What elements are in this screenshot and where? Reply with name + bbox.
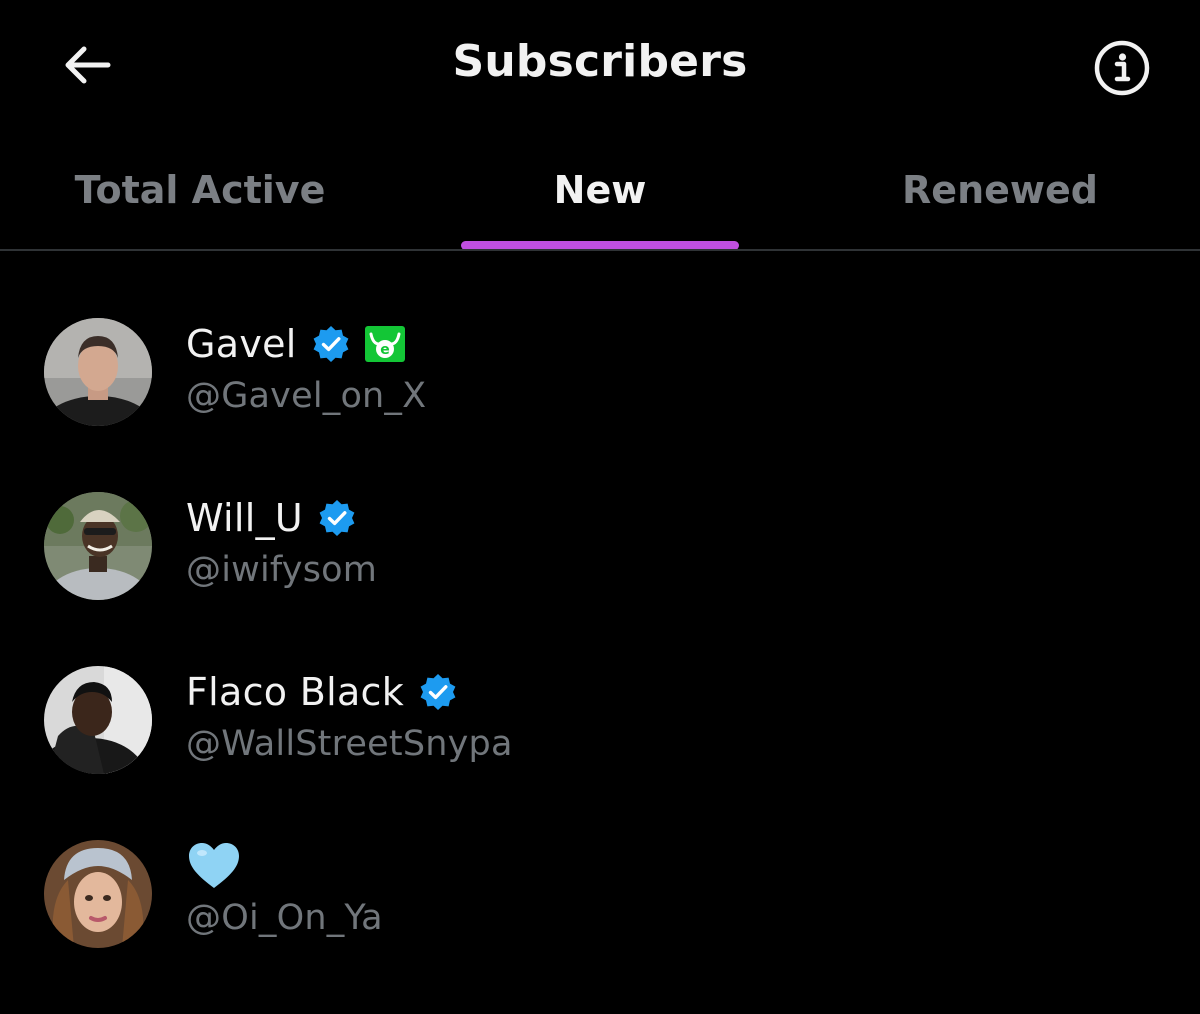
info-circle-icon <box>1092 38 1152 102</box>
subscriber-row[interactable]: @Oi_On_Ya <box>0 802 1200 976</box>
user-handle: @iwifysom <box>186 550 378 590</box>
tab-label: New <box>553 168 647 212</box>
svg-text:e: e <box>380 342 390 358</box>
top-bar: Subscribers <box>0 0 1200 134</box>
avatar[interactable] <box>44 492 152 600</box>
name-line: Gavel e <box>186 318 407 370</box>
light-blue-heart-icon <box>186 840 242 892</box>
etoro-badge-icon: e <box>363 324 407 364</box>
tab-total-active[interactable]: Total Active <box>0 134 400 250</box>
name-line: Will_U <box>186 492 357 544</box>
verified-badge-icon <box>418 672 458 712</box>
user-handle: @Oi_On_Ya <box>186 898 383 938</box>
subscriber-row[interactable]: Flaco Black @WallStreetSnypa <box>0 628 1200 802</box>
subscriber-row[interactable]: Will_U @iwifysom <box>0 454 1200 628</box>
page-title: Subscribers <box>452 36 748 87</box>
name-line: Flaco Black <box>186 666 458 718</box>
subscriber-row[interactable]: Gavel e @Gavel_on_X <box>0 280 1200 454</box>
tab-bar: Total Active New Renewed <box>0 134 1200 250</box>
name-line <box>186 840 242 892</box>
tab-divider <box>0 249 1200 251</box>
verified-badge-icon <box>311 324 351 364</box>
avatar[interactable] <box>44 318 152 426</box>
display-name: Flaco Black <box>186 670 405 714</box>
tab-label: Renewed <box>902 168 1098 212</box>
display-name: Gavel <box>186 322 297 366</box>
info-button[interactable] <box>1090 38 1154 102</box>
user-handle: @Gavel_on_X <box>186 376 427 416</box>
user-handle: @WallStreetSnypa <box>186 724 513 764</box>
tab-label: Total Active <box>74 168 326 212</box>
avatar[interactable] <box>44 840 152 948</box>
avatar[interactable] <box>44 666 152 774</box>
verified-badge-icon <box>317 498 357 538</box>
tab-new[interactable]: New <box>400 134 800 250</box>
display-name: Will_U <box>186 496 304 540</box>
tab-renewed[interactable]: Renewed <box>800 134 1200 250</box>
